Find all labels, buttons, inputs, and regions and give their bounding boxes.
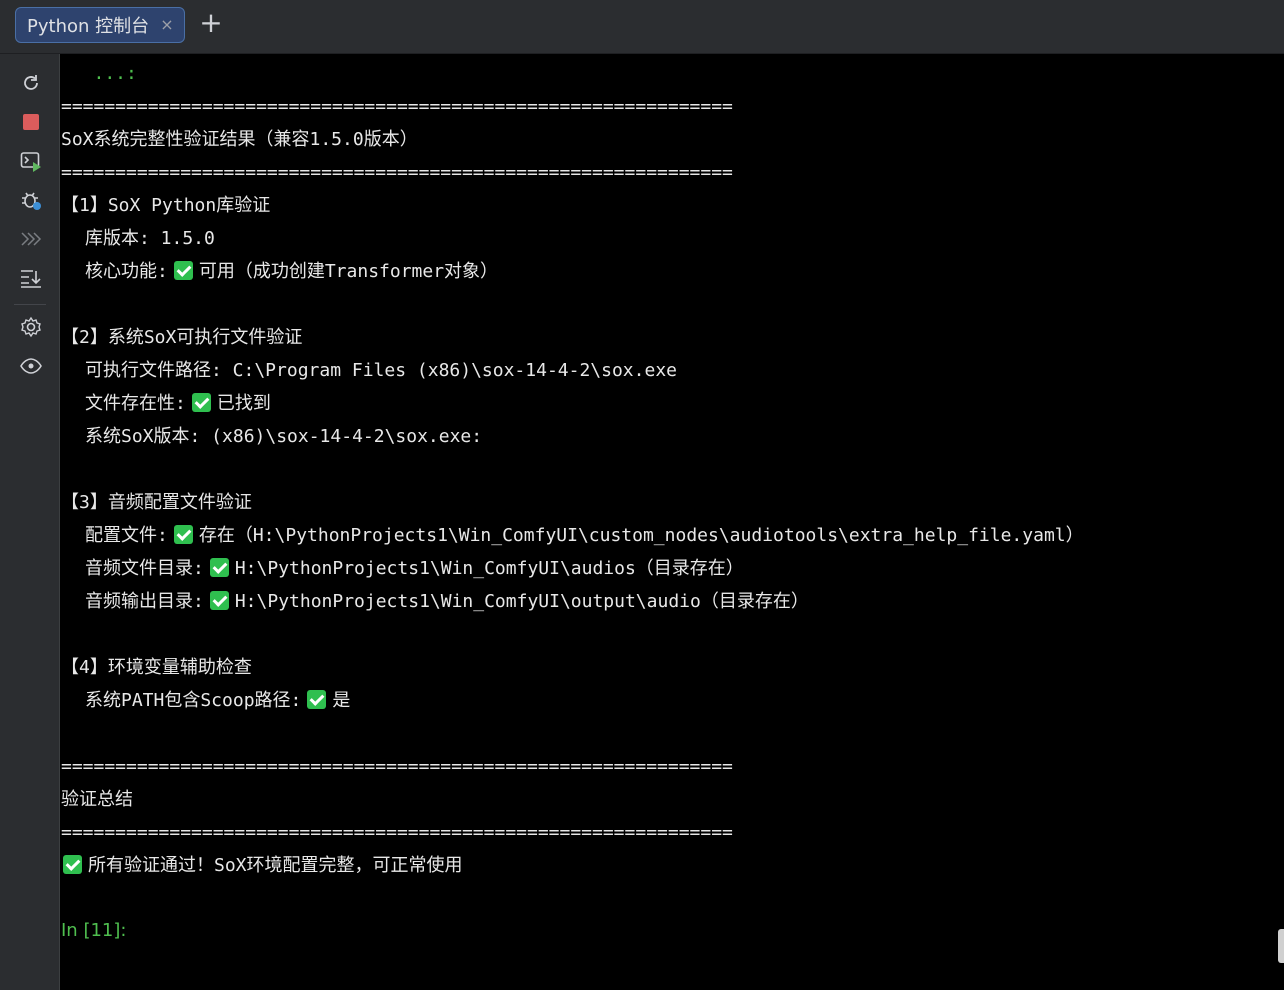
scroll-to-end-icon[interactable] <box>18 265 44 291</box>
scoop-path-value: 是 <box>332 690 351 711</box>
rule-line: ========================================… <box>61 822 733 843</box>
check-icon <box>209 558 229 577</box>
stop-icon[interactable] <box>18 109 44 135</box>
audio-output-dir-label: 音频输出目录: <box>85 591 204 612</box>
check-icon <box>63 855 82 874</box>
add-tab-icon[interactable]: + <box>198 9 224 39</box>
console-toolbar <box>0 54 60 990</box>
console-output[interactable]: ...: ===================================… <box>61 54 1284 990</box>
check-icon <box>173 525 193 544</box>
rule-line: ========================================… <box>61 162 733 183</box>
section-heading: 【4】环境变量辅助检查 <box>61 657 252 678</box>
result-title: SoX系统完整性验证结果（兼容1.5.0版本） <box>61 129 418 150</box>
file-exists-line: 文件存在性: 已找到 <box>85 390 271 418</box>
core-function-label: 核心功能: <box>85 261 168 282</box>
executable-path: 可执行文件路径: C:\Program Files (x86)\sox-14-4… <box>85 360 677 381</box>
check-icon <box>191 393 211 412</box>
system-sox-version: 系统SoX版本: (x86)\sox-14-4-2\sox.exe: <box>85 426 483 447</box>
tab-bar: Python 控制台 × + <box>0 0 1284 54</box>
summary-title: 验证总结 <box>61 789 133 810</box>
close-icon[interactable]: × <box>159 16 175 34</box>
summary-value: 所有验证通过！SoX环境配置完整，可正常使用 <box>88 855 463 876</box>
section-heading: 【3】音频配置文件验证 <box>61 492 252 513</box>
audio-output-dir-value: H:\PythonProjects1\Win_ComfyUI\output\au… <box>234 591 809 612</box>
scoop-path-label: 系统PATH包含Scoop路径: <box>85 690 302 711</box>
audio-input-dir-line: 音频文件目录: H:\PythonProjects1\Win_ComfyUI\au… <box>85 555 744 583</box>
audio-input-dir-label: 音频文件目录: <box>85 558 204 579</box>
tab-title: Python 控制台 <box>27 16 150 37</box>
console-run-icon[interactable] <box>18 148 44 174</box>
rule-line: ========================================… <box>61 96 733 117</box>
core-function-value: 可用（成功创建Transformer对象） <box>198 261 499 282</box>
library-version: 库版本: 1.5.0 <box>85 228 215 249</box>
file-exists-label: 文件存在性: <box>85 393 186 414</box>
toolbar-divider <box>14 304 46 305</box>
debug-icon[interactable] <box>18 187 44 213</box>
input-prompt[interactable]: In [11]: <box>61 918 126 944</box>
config-file-value: 存在（H:\PythonProjects1\Win_ComfyUI\custom… <box>198 525 1084 546</box>
core-function-line: 核心功能: 可用（成功创建Transformer对象） <box>85 258 498 286</box>
continuation-prompt: ...: <box>61 63 137 84</box>
tab-python-console[interactable]: Python 控制台 × <box>15 7 185 43</box>
audio-input-dir-value: H:\PythonProjects1\Win_ComfyUI\audios（目录… <box>234 558 744 579</box>
check-icon <box>173 261 193 280</box>
more-icon[interactable] <box>18 226 44 252</box>
file-exists-value: 已找到 <box>216 393 271 414</box>
settings-icon[interactable] <box>18 314 44 340</box>
rerun-icon[interactable] <box>18 70 44 96</box>
section-heading: 【2】系统SoX可执行文件验证 <box>61 327 303 348</box>
check-icon <box>307 690 327 709</box>
scoop-path-line: 系统PATH包含Scoop路径: 是 <box>85 687 350 715</box>
check-icon <box>209 591 229 610</box>
config-file-label: 配置文件: <box>85 525 168 546</box>
config-file-line: 配置文件: 存在（H:\PythonProjects1\Win_ComfyUI\c… <box>85 522 1084 550</box>
rule-line: ========================================… <box>61 756 733 777</box>
audio-output-dir-line: 音频输出目录: H:\PythonProjects1\Win_ComfyUI\ou… <box>85 588 809 616</box>
watch-icon[interactable] <box>18 353 44 379</box>
section-heading: 【1】SoX Python库验证 <box>61 195 271 216</box>
scrollbar-thumb[interactable] <box>1278 929 1284 963</box>
summary-line: 所有验证通过！SoX环境配置完整，可正常使用 <box>61 852 463 880</box>
